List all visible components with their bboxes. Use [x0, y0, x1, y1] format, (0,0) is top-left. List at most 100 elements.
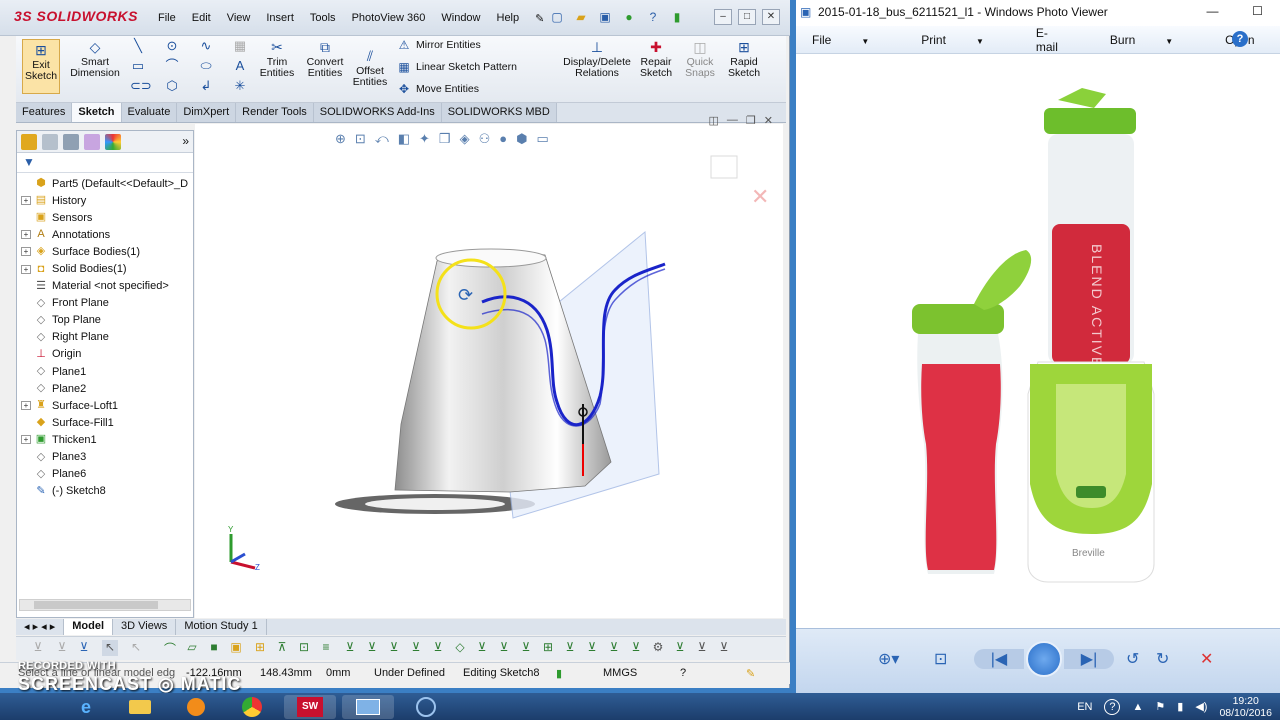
status-units[interactable]: MMGS	[603, 667, 637, 679]
filter-dowel-icon[interactable]: ⊻	[584, 640, 600, 656]
menu-photoview[interactable]: PhotoView 360	[344, 10, 434, 27]
menu-tools[interactable]: Tools	[302, 10, 344, 27]
display-delete-relations-button[interactable]: ⊥ Display/Delete Relations	[558, 39, 636, 79]
graphics-viewport[interactable]: ⊕ ⊡ ⤺ ◧ ✦ ❒ ◈ ⚇ ● ⬢ ▭ ◫ — ❐ ✕ ✕ ⟳ Y Z	[195, 114, 783, 618]
expand-toggle-icon[interactable]: +	[21, 264, 31, 274]
pv-menu-file[interactable]: File ▼	[812, 33, 895, 47]
tab-model[interactable]: Model	[64, 619, 114, 635]
pv-help-icon[interactable]: ?	[1232, 31, 1248, 47]
filter-connection-point-icon[interactable]: ⊻	[606, 640, 622, 656]
text-tool-icon[interactable]: A	[232, 58, 248, 74]
filter-sketch-segments-icon[interactable]: ≡	[318, 640, 334, 656]
select-pointer-icon[interactable]: ↖	[102, 640, 118, 656]
filter-datum-icon[interactable]: ⊻	[496, 640, 512, 656]
tree-item[interactable]: ◇ Top Plane	[21, 312, 193, 329]
feature-tree-tab-icon[interactable]	[21, 134, 37, 150]
tab-3d-views[interactable]: 3D Views	[113, 619, 177, 635]
filter-clear-icon[interactable]: ⊻	[54, 640, 70, 656]
tree-item[interactable]: ◇ Plane3	[21, 449, 193, 466]
tree-item[interactable]: ◇ Plane2	[21, 380, 193, 397]
tab-scroll-arrows[interactable]: ◂ ▸ ◂ ▸	[16, 619, 65, 635]
tab-addins[interactable]: SOLIDWORKS Add-Ins	[313, 103, 442, 122]
rotate-left-icon[interactable]: ↺	[1126, 649, 1139, 669]
tree-item[interactable]: ◇ Front Plane	[21, 295, 193, 312]
filter-dimensions-icon[interactable]: ⊻	[408, 640, 424, 656]
solidworks-taskbar-icon[interactable]: SW	[284, 695, 336, 719]
dimxpert-tab-icon[interactable]	[84, 134, 100, 150]
slideshow-button[interactable]	[1026, 641, 1062, 677]
traffic-light-icon[interactable]: ▮	[668, 8, 686, 26]
slot-tool-icon[interactable]: ⊂⊃	[130, 78, 152, 94]
chrome-icon[interactable]	[226, 695, 278, 719]
close-button[interactable]: ✕	[762, 9, 780, 25]
tree-item[interactable]: ◆ Surface-Fill1	[21, 414, 193, 431]
convert-entities-button[interactable]: ⧉ Convert Entities	[300, 39, 350, 79]
flag-tray-icon[interactable]: ⚑	[1155, 700, 1165, 713]
tree-item[interactable]: ☰ Material <not specified>	[21, 278, 193, 295]
next-image-button[interactable]: ▶|	[1064, 649, 1114, 669]
media-player-icon[interactable]	[170, 695, 222, 719]
filter-all-icon[interactable]: ⊻	[694, 640, 710, 656]
mirror-entities-button[interactable]: ⚠ Mirror Entities	[396, 38, 481, 52]
network-tray-icon[interactable]: ▮	[1177, 700, 1183, 713]
menu-file[interactable]: File	[150, 10, 184, 27]
filter-blocks-icon[interactable]: ⊻	[562, 640, 578, 656]
pv-menu-email[interactable]: E-mail	[1036, 26, 1084, 54]
pv-maximize-button[interactable]: ☐	[1235, 0, 1280, 22]
maximize-button[interactable]: □	[738, 9, 756, 25]
menu-edit[interactable]: Edit	[184, 10, 219, 27]
tree-item[interactable]: + ▤ History	[21, 192, 193, 209]
tree-item[interactable]: ◇ Plane6	[21, 466, 193, 483]
new-document-icon[interactable]: ▢	[548, 8, 566, 26]
actual-size-icon[interactable]: ⊡	[934, 649, 947, 669]
pv-minimize-button[interactable]: —	[1190, 0, 1235, 22]
menu-help[interactable]: Help	[489, 10, 528, 27]
show-hidden-icons[interactable]: ▲	[1132, 701, 1143, 713]
filter-weld-icon[interactable]: ⊻	[518, 640, 534, 656]
ellipse-tool-icon[interactable]: ⬭	[198, 58, 214, 74]
linear-sketch-pattern-button[interactable]: ▦ Linear Sketch Pattern	[396, 60, 517, 74]
filter-spot-weld-icon[interactable]: ⊻	[672, 640, 688, 656]
filter-cosmetic-thread-icon[interactable]: ⊞	[540, 640, 556, 656]
tab-features[interactable]: Features	[16, 103, 73, 122]
rectangle-tool-icon[interactable]: ▭	[130, 58, 146, 74]
filter-geometric-tol-icon[interactable]: ◇	[452, 640, 468, 656]
offset-entities-button[interactable]: ⫽ Offset Entities	[346, 48, 394, 88]
previous-image-button[interactable]: |◀	[974, 649, 1024, 669]
filter-center-marks-icon[interactable]: ⊻	[364, 640, 380, 656]
filter-midpoints-icon[interactable]: ⊻	[342, 640, 358, 656]
model-3d-view[interactable]: ✕ ⟳ Y Z	[195, 124, 783, 618]
tab-dimxpert[interactable]: DimXpert	[177, 103, 237, 122]
tab-mbd[interactable]: SOLIDWORKS MBD	[441, 103, 557, 122]
tree-item[interactable]: + ▣ Thicken1	[21, 431, 193, 448]
point-tool-icon[interactable]: ✳	[232, 78, 248, 94]
filter-notes-icon[interactable]: ⊻	[474, 640, 490, 656]
help-tray-icon[interactable]: ?	[1104, 698, 1121, 715]
confirmation-corner[interactable]: ✕	[710, 155, 769, 209]
save-icon[interactable]: ▣	[596, 8, 614, 26]
menu-view[interactable]: View	[219, 10, 259, 27]
rebuild-icon[interactable]: ●	[620, 8, 638, 26]
filter-surface-icon[interactable]: ■	[206, 640, 222, 656]
quick-snaps-button[interactable]: ◫ Quick Snaps	[680, 39, 720, 79]
filter-routing-icon[interactable]: ⊻	[628, 640, 644, 656]
tree-item[interactable]: + A Annotations	[21, 226, 193, 243]
tree-item[interactable]: ⬢ Part5 (Default<<Default>_D	[21, 175, 193, 192]
tab-motion-study[interactable]: Motion Study 1	[176, 619, 267, 635]
filter-surface-finish-icon[interactable]: ⊻	[430, 640, 446, 656]
expand-toggle-icon[interactable]: +	[21, 196, 31, 206]
clock[interactable]: 19:20 08/10/2016	[1219, 695, 1272, 719]
filter-mates-icon[interactable]: ⚙	[650, 640, 666, 656]
tree-item[interactable]: ✎ (-) Sketch8	[21, 483, 193, 500]
tree-item[interactable]: + ◈ Surface Bodies(1)	[21, 243, 193, 260]
tab-evaluate[interactable]: Evaluate	[121, 103, 178, 122]
filter-icon[interactable]: ▼	[17, 153, 193, 173]
tab-render-tools[interactable]: Render Tools	[236, 103, 314, 122]
rotate-right-icon[interactable]: ↻	[1156, 649, 1169, 669]
screencast-taskbar-icon[interactable]	[400, 695, 452, 719]
circle-tool-icon[interactable]: ⊙	[164, 38, 180, 54]
expand-toggle-icon[interactable]: +	[21, 401, 31, 411]
tab-sketch[interactable]: Sketch	[72, 103, 122, 122]
line-tool-icon[interactable]: ╲	[130, 38, 146, 54]
status-options-icon[interactable]: ✎	[746, 667, 755, 680]
